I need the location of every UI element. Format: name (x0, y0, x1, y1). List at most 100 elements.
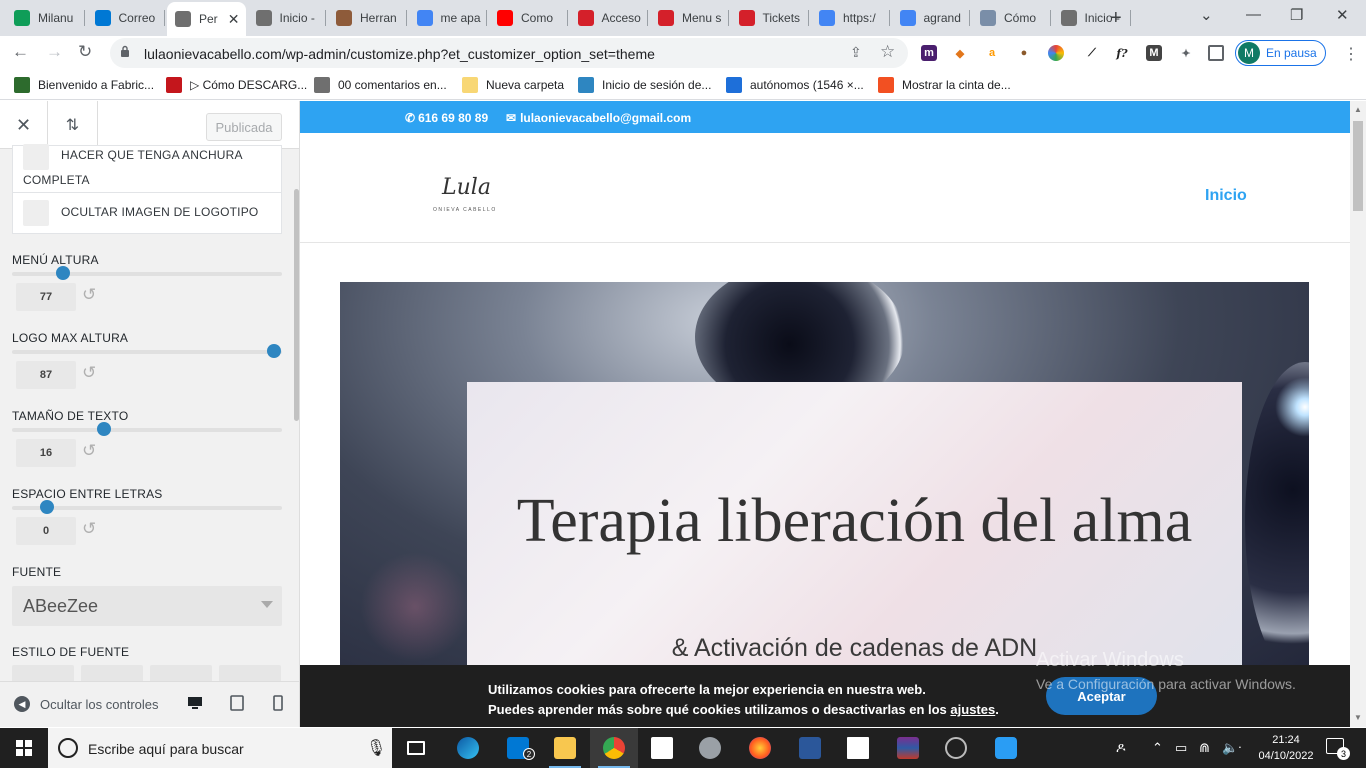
logo-max-height-slider[interactable] (12, 344, 282, 358)
extension-icon[interactable]: m (921, 45, 937, 61)
browser-tab[interactable]: Tickets (731, 6, 809, 30)
browser-tab[interactable]: Cómo (972, 6, 1051, 30)
site-logo[interactable]: Lula ONIEVA CABELLO (430, 175, 500, 215)
firefox-icon[interactable] (736, 728, 784, 768)
metamask-icon[interactable]: ◆ (952, 45, 968, 61)
mobile-preview-icon[interactable] (270, 695, 286, 711)
word-icon[interactable] (786, 728, 834, 768)
bookmark-item[interactable]: Inicio de sesión de... (578, 77, 711, 93)
store-icon[interactable] (638, 728, 686, 768)
letter-spacing-thumb[interactable] (40, 500, 55, 514)
text-size-thumb[interactable] (96, 422, 111, 436)
clock[interactable]: 21:24 04/10/2022 (1256, 732, 1316, 764)
preview-scrollbar[interactable]: ▲ ▼ (1350, 101, 1366, 727)
browser-tab[interactable]: https:/ (811, 6, 890, 30)
browser-tab[interactable]: Inicio - (248, 6, 326, 30)
menu-height-slider[interactable] (12, 266, 282, 280)
browser-tab[interactable]: agrand (892, 6, 970, 30)
address-bar[interactable]: lulaonievacabello.com/wp-admin/customize… (110, 38, 908, 68)
browser-tab[interactable]: Milanu (6, 6, 85, 30)
logo-max-height-value[interactable]: 87 (16, 361, 76, 389)
publish-button[interactable]: Publicada (206, 113, 282, 141)
close-customizer-button[interactable]: ✕ (0, 101, 48, 149)
volume-icon[interactable]: 🔈 (1222, 740, 1238, 756)
browser-tab[interactable]: Per ✕ (167, 2, 246, 36)
bookmark-item[interactable]: autónomos (1546 ×... (726, 77, 864, 93)
desktop-preview-icon[interactable] (187, 695, 203, 711)
close-window-button[interactable]: ✕ (1336, 6, 1349, 24)
bookmark-item[interactable]: Nueva carpeta (462, 77, 564, 93)
browser-tab[interactable]: Como (489, 6, 568, 30)
new-tab-button[interactable]: + (1110, 7, 1122, 30)
maximize-button[interactable]: ❐ (1290, 6, 1303, 24)
forward-button[interactable]: → (46, 42, 63, 62)
windows-start-icon[interactable] (16, 740, 32, 756)
bookmark-star-icon[interactable]: ☆ (880, 42, 895, 62)
minimize-button[interactable]: — (1246, 6, 1261, 23)
cookie-icon[interactable]: ● (1016, 45, 1032, 61)
reload-button[interactable]: ↻ (78, 42, 92, 62)
battery-icon[interactable]: ▭ (1175, 740, 1187, 756)
extensions-icon[interactable]: ✦ (1178, 45, 1194, 61)
customizer-scrollbar[interactable] (293, 149, 299, 681)
font-finder-icon[interactable]: f? (1114, 45, 1130, 61)
bookmark-item[interactable]: Mostrar la cinta de... (878, 77, 1011, 93)
winrar-icon[interactable] (884, 728, 932, 768)
letter-spacing-value[interactable]: 0 (16, 517, 76, 545)
edge-icon[interactable] (444, 728, 492, 768)
browser-tab[interactable]: Acceso (570, 6, 648, 30)
cookie-settings-link[interactable]: ajustes (950, 702, 995, 717)
browser-menu-icon[interactable]: ⋮ (1343, 44, 1359, 64)
letter-spacing-slider[interactable] (12, 500, 282, 514)
browser-tab[interactable]: Herran (328, 6, 407, 30)
network-icon[interactable]: ⋒ (1199, 740, 1210, 756)
hide-logo-checkbox[interactable] (23, 200, 49, 226)
mail-icon[interactable]: 2 (494, 728, 542, 768)
mail-ext-icon[interactable]: M (1146, 45, 1162, 61)
hide-controls-button[interactable]: ◀ Ocultar los controles (14, 696, 159, 712)
close-tab-icon[interactable]: ✕ (228, 11, 240, 28)
photos-icon[interactable] (834, 728, 882, 768)
task-view-icon[interactable] (392, 728, 440, 768)
menu-height-value[interactable]: 77 (16, 283, 76, 311)
taskbar-search[interactable]: Escribe aquí para buscar 🎙 (48, 728, 392, 768)
tablet-preview-icon[interactable] (229, 695, 245, 711)
share-icon[interactable]: ⇪ (850, 44, 862, 61)
atom-icon[interactable] (932, 728, 980, 768)
language-icon[interactable]: ᐧ (1238, 740, 1241, 756)
browser-tab[interactable]: Correo (87, 6, 165, 30)
menu-height-thumb[interactable] (56, 266, 71, 280)
file-explorer-icon[interactable] (541, 728, 589, 768)
profile-button[interactable]: M En pausa (1235, 40, 1326, 66)
letter-spacing-reset-icon[interactable]: ↺ (82, 519, 96, 539)
text-size-reset-icon[interactable]: ↺ (82, 441, 96, 461)
bookmark-item[interactable]: 00 comentarios en... (314, 77, 447, 93)
back-button[interactable]: ← (12, 42, 29, 62)
menu-height-reset-icon[interactable]: ↺ (82, 285, 96, 305)
people-icon[interactable]: ዶ (1116, 740, 1126, 756)
tab-search-icon[interactable]: ⌄ (1200, 6, 1213, 24)
side-panel-icon[interactable] (1208, 45, 1224, 61)
disc-icon[interactable] (686, 728, 734, 768)
robot-app-icon[interactable] (982, 728, 1030, 768)
reorder-button[interactable]: ⇅ (48, 101, 98, 149)
notification-center-icon[interactable]: 3 (1326, 738, 1350, 760)
microphone-icon[interactable]: 🎙 (366, 738, 386, 758)
text-size-slider[interactable] (12, 422, 282, 436)
logo-max-height-reset-icon[interactable]: ↺ (82, 363, 96, 383)
logo-max-height-thumb[interactable] (266, 344, 281, 358)
bookmark-item[interactable]: Bienvenido a Fabric... (14, 77, 154, 93)
email-contact[interactable]: ✉ lulaonievacabello@gmail.com (506, 111, 691, 125)
color-picker-icon[interactable] (1048, 45, 1064, 61)
full-width-checkbox[interactable] (23, 144, 49, 170)
phone-contact[interactable]: ✆ 616 69 80 89 (405, 111, 488, 125)
bookmark-item[interactable]: ▷ Cómo DESCARG... (166, 77, 307, 93)
nav-home-link[interactable]: Inicio (1205, 187, 1247, 205)
chrome-icon[interactable] (590, 728, 638, 768)
eyedropper-icon[interactable]: ⟋ (1084, 45, 1100, 61)
font-select[interactable]: ABeeZee (12, 586, 282, 626)
text-size-value[interactable]: 16 (16, 439, 76, 467)
amazon-icon[interactable]: a (984, 45, 1000, 61)
browser-tab[interactable]: Menu s (650, 6, 729, 30)
browser-tab[interactable]: me apa (409, 6, 487, 30)
